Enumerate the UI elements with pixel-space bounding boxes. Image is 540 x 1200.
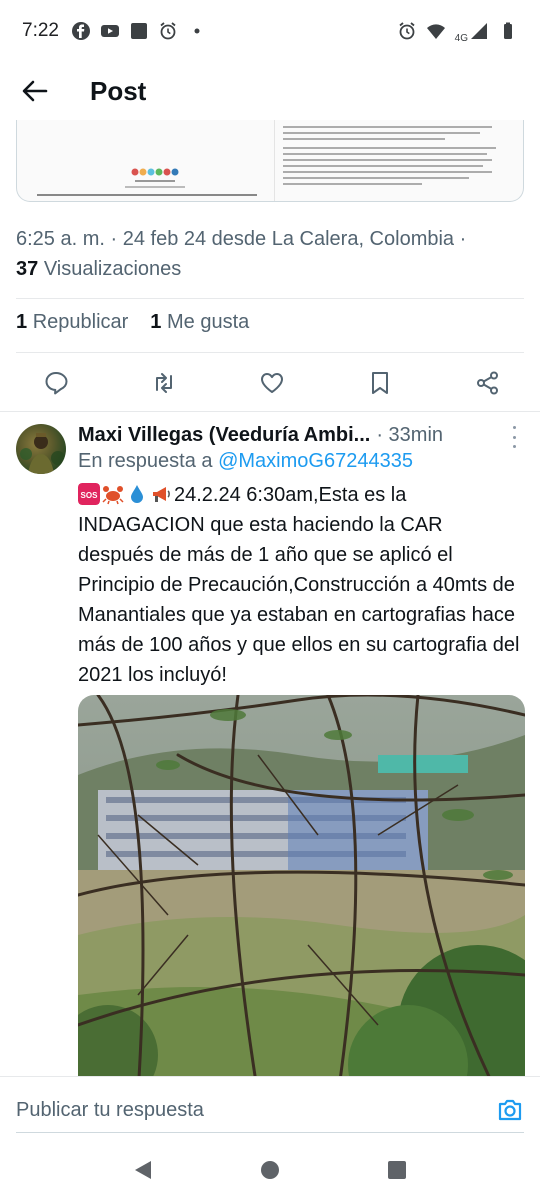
back-button[interactable] (10, 66, 60, 116)
app-header: Post (0, 62, 540, 120)
status-bar: 7:22 4G (0, 0, 540, 62)
battery-icon (504, 22, 512, 39)
likes-count: 1 (150, 311, 162, 333)
camera-icon[interactable] (496, 1097, 524, 1123)
like-button[interactable] (258, 369, 286, 397)
post-stats: 1 Republicar 1 Me gusta (16, 311, 249, 334)
avatar-photo (20, 433, 65, 474)
document-page-left (17, 120, 275, 201)
youtube-icon (100, 25, 119, 37)
home-circle-icon (260, 1161, 279, 1179)
post-document-image[interactable] (16, 120, 524, 202)
signal-4g-icon (471, 23, 487, 39)
reply-handle-link[interactable]: @MaximoG67244335 (218, 450, 413, 472)
document-page-right (275, 120, 523, 201)
nav-home-button[interactable] (250, 1150, 290, 1190)
reposts-stat[interactable]: 1 Republicar (16, 311, 128, 334)
crab-icon (102, 486, 124, 505)
reply-header: Maxi Villegas (Veeduría Ambi... · 33min (78, 420, 508, 450)
nav-recents-button[interactable] (377, 1150, 417, 1190)
post-action-bar (0, 362, 540, 404)
share-button[interactable] (474, 369, 502, 397)
divider (16, 298, 524, 299)
reply-button[interactable] (42, 369, 70, 397)
status-left-icons (71, 21, 207, 41)
nav-back-button[interactable] (123, 1150, 163, 1190)
post-views: 37 Visualizaciones (16, 254, 526, 284)
document-footer-graphic (37, 168, 257, 196)
reply-time: · 33min (376, 423, 444, 446)
alarm-icon (399, 22, 415, 40)
facebook-icon (71, 22, 90, 40)
reply-context: En respuesta a @MaximoG67244335 (78, 450, 413, 473)
droplet-icon (131, 485, 143, 503)
repost-icon (156, 373, 172, 393)
alarm-icon (160, 22, 176, 40)
section-divider (0, 411, 540, 412)
likes-stat[interactable]: 1 Me gusta (150, 311, 249, 334)
sos-icon: SOS (78, 483, 100, 505)
reply-prefix: En respuesta a (78, 450, 213, 472)
megaphone-icon (153, 487, 170, 502)
wifi-icon (426, 24, 445, 39)
views-label: Visualizaciones (43, 258, 182, 280)
bookmark-button[interactable] (366, 369, 394, 397)
reply-author-name[interactable]: Maxi Villegas (Veeduría Ambi... (78, 424, 370, 447)
divider (16, 352, 524, 353)
bookmark-icon (372, 372, 388, 394)
reply-input-placeholder[interactable]: Publicar tu respuesta (16, 1099, 204, 1122)
reply-text: SOS 24.2.24 6:30am,Esta es la INDAGACION … (78, 480, 522, 690)
arrow-left-icon (22, 80, 48, 102)
system-nav-bar (0, 1140, 540, 1200)
avatar[interactable] (16, 424, 66, 474)
compose-underline (16, 1132, 524, 1133)
recents-square-icon (387, 1161, 406, 1179)
status-time: 7:22 (22, 20, 59, 41)
dot-icon (194, 28, 200, 34)
views-count: 37 (16, 258, 39, 280)
app-square-icon (130, 23, 147, 39)
page-title: Post (90, 75, 147, 106)
construction-photo (78, 695, 525, 1095)
like-icon (261, 373, 283, 393)
reply-icon (45, 372, 68, 395)
post-timestamp: 6:25 a. m. · 24 feb 24 desde La Calera, … (16, 228, 467, 250)
reposts-count: 1 (16, 311, 28, 333)
more-options-button[interactable] (505, 426, 523, 448)
reply-photo[interactable] (78, 695, 525, 1095)
network-label: 4G (454, 32, 468, 44)
likes-label: Me gusta (166, 311, 250, 333)
back-triangle-icon (135, 1161, 152, 1179)
repost-button[interactable] (150, 369, 178, 397)
svg-text:SOS: SOS (81, 491, 99, 500)
status-right-icons: 4G (397, 19, 518, 44)
share-icon (477, 371, 498, 395)
reply-body: 24.2.24 6:30am,Esta es la INDAGACION que… (78, 484, 520, 686)
post-meta: 6:25 a. m. · 24 feb 24 desde La Calera, … (16, 224, 526, 284)
reply-compose-bar[interactable]: Publicar tu respuesta (0, 1076, 540, 1140)
reposts-label: Republicar (32, 311, 129, 333)
